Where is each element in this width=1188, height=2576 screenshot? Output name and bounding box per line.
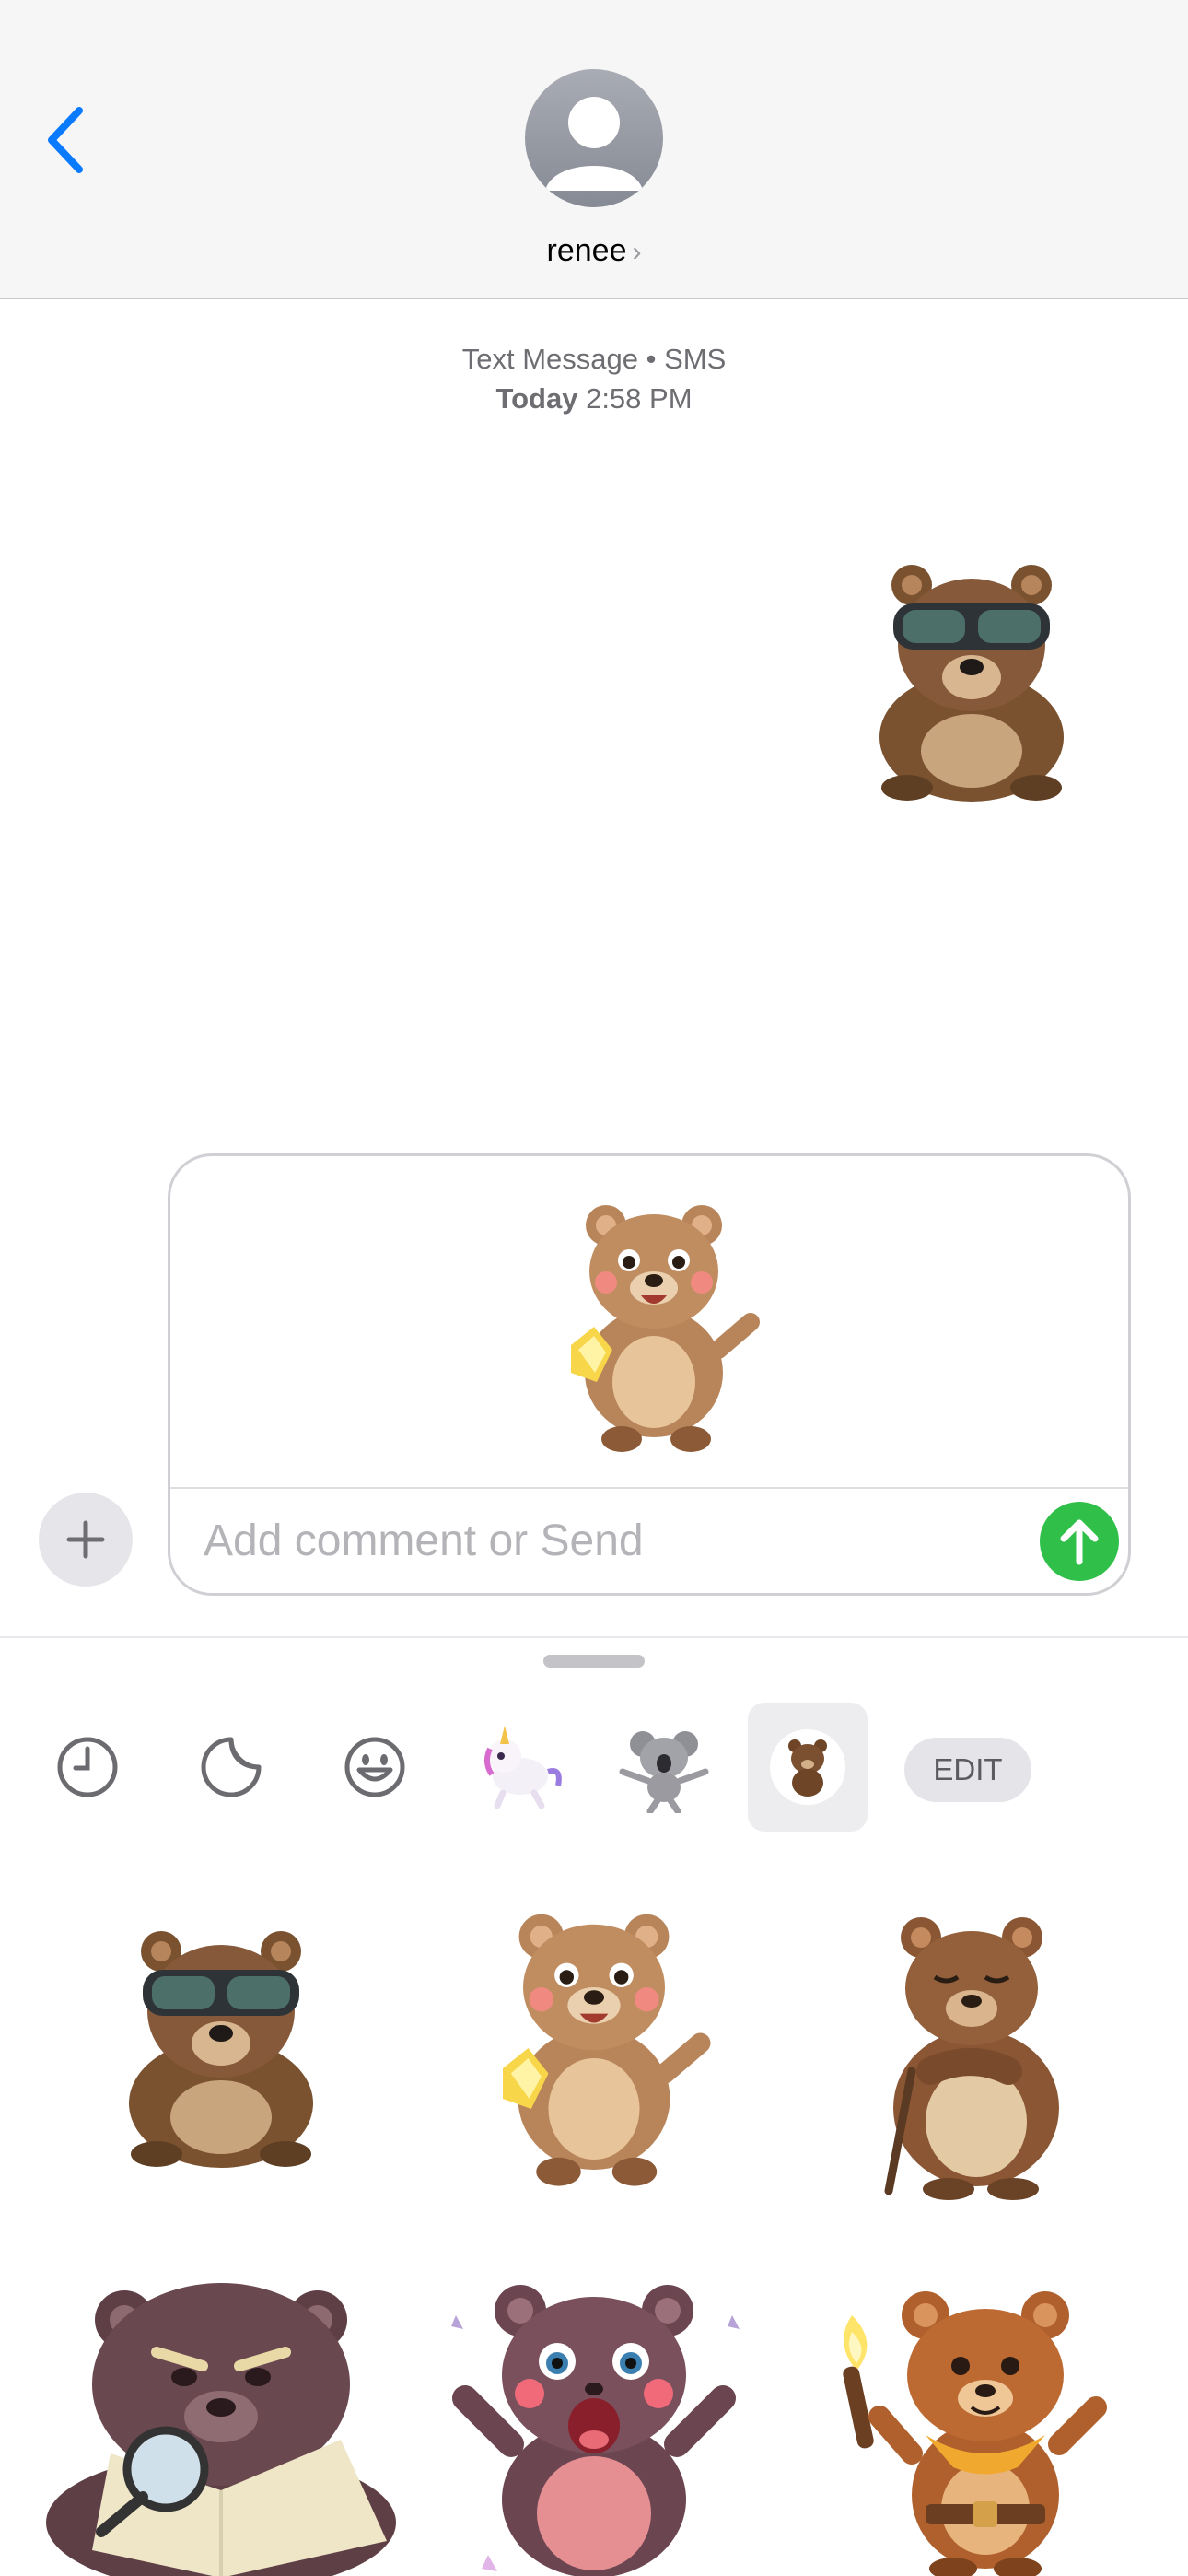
conversation-timestamp: Text Message • SMS Today 2:58 PM bbox=[0, 339, 1188, 418]
smiley-icon bbox=[344, 1737, 405, 1797]
unicorn-sticker-icon bbox=[484, 1726, 562, 1809]
bear-sticker-icon bbox=[788, 1739, 827, 1797]
sticker-cell[interactable] bbox=[783, 2246, 1151, 2576]
recents-tab[interactable] bbox=[28, 1703, 147, 1832]
sticker-cell[interactable] bbox=[783, 1873, 1151, 2223]
unicorn-pack-tab[interactable] bbox=[460, 1703, 580, 1832]
sticker-cell[interactable] bbox=[37, 1873, 405, 2223]
contact-name-button[interactable]: renee › bbox=[0, 233, 1188, 269]
time-label: 2:58 PM bbox=[586, 382, 693, 415]
date-label: Today bbox=[495, 382, 578, 415]
chevron-right-icon: › bbox=[632, 237, 642, 267]
sticker-cell[interactable] bbox=[410, 1873, 778, 2223]
person-icon bbox=[545, 97, 643, 191]
plus-icon bbox=[66, 1520, 105, 1559]
avatar[interactable] bbox=[525, 69, 663, 207]
arrow-up-icon bbox=[1060, 1519, 1099, 1565]
message-input[interactable]: Add comment or Send bbox=[204, 1516, 644, 1566]
bear-map-magnifier-sticker bbox=[46, 2283, 396, 2576]
back-button[interactable] bbox=[37, 101, 92, 179]
message-compose-field[interactable]: Add comment or Send bbox=[168, 1153, 1131, 1596]
apps-plus-button[interactable] bbox=[39, 1493, 133, 1587]
bear-surprised-sticker bbox=[451, 2285, 740, 2576]
koala-sticker-icon bbox=[619, 1731, 709, 1813]
sticker-tab-bar: EDIT bbox=[0, 1703, 1188, 1841]
clock-icon bbox=[57, 1737, 118, 1797]
sent-sticker-message[interactable] bbox=[866, 553, 1077, 811]
send-button[interactable] bbox=[1040, 1502, 1119, 1581]
emoji-tab[interactable] bbox=[315, 1703, 435, 1832]
bear-goggles-sticker bbox=[129, 1931, 313, 2168]
sticker-cell[interactable] bbox=[410, 2246, 778, 2576]
bear-torch-explorer-sticker bbox=[843, 2291, 1107, 2576]
bear-gem-sticker bbox=[571, 1205, 760, 1452]
sticker-cell[interactable] bbox=[37, 2246, 405, 2576]
bear-pack-thumb bbox=[770, 1729, 845, 1805]
stickers-tab[interactable] bbox=[171, 1703, 291, 1832]
koala-pack-tab[interactable] bbox=[604, 1703, 724, 1832]
bear-sleepy-cane-sticker bbox=[884, 1917, 1059, 2200]
sticker-preview-area[interactable] bbox=[170, 1156, 1128, 1489]
drawer-grabber[interactable] bbox=[543, 1655, 645, 1668]
service-label: Text Message • SMS bbox=[461, 343, 727, 375]
sticker-drawer: EDIT bbox=[0, 1636, 1188, 2576]
chevron-left-icon bbox=[48, 107, 83, 173]
contact-name: renee bbox=[546, 233, 627, 268]
conversation-header: renee › bbox=[0, 0, 1188, 299]
bear-goggles-sticker bbox=[879, 565, 1064, 802]
edit-button[interactable]: EDIT bbox=[904, 1738, 1031, 1802]
sticker-peel-icon bbox=[201, 1737, 262, 1797]
bear-pack-tab[interactable] bbox=[748, 1703, 868, 1832]
bear-gem-sticker bbox=[503, 1914, 711, 2186]
